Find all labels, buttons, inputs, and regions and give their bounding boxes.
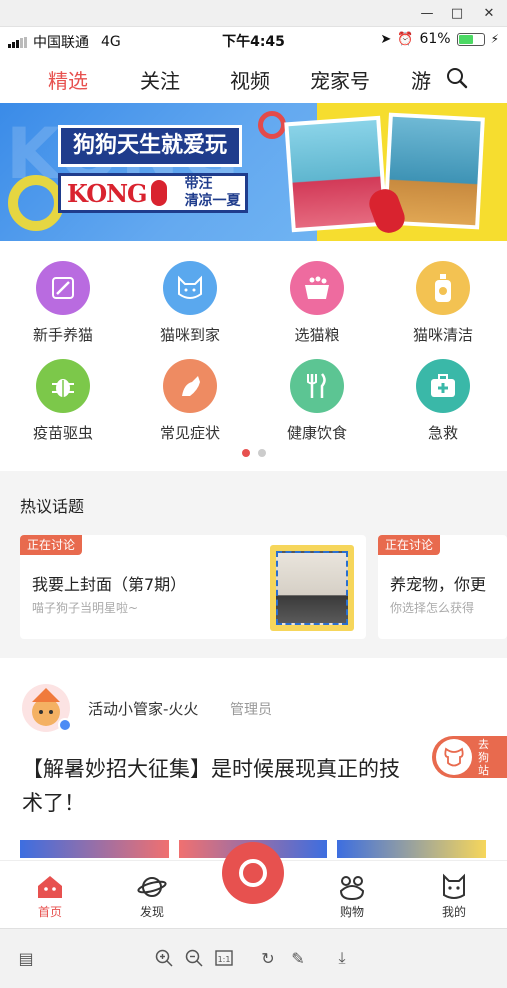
banner-slogan-1: 带汪 [184, 176, 213, 192]
maximize-icon[interactable]: □ [446, 4, 468, 22]
category-label: 健康饮食 [286, 424, 347, 442]
category-symptoms[interactable]: 常见症状 [145, 359, 235, 443]
close-icon[interactable]: ✕ [478, 4, 500, 22]
topic-thumbnail [270, 545, 354, 631]
minimize-icon[interactable]: — [416, 4, 438, 22]
tabbar-mine[interactable]: 我的 [424, 871, 484, 920]
bug-icon [36, 359, 90, 413]
category-label: 猫咪到家 [159, 326, 220, 344]
verified-badge-icon [58, 718, 72, 732]
camera-icon [239, 859, 267, 887]
cat-cone-icon [163, 359, 217, 413]
edit-icon[interactable]: ✎ [286, 946, 310, 970]
author-name[interactable]: 活动小管家-火火 [88, 698, 198, 719]
banner-ring-decoration [8, 175, 64, 231]
status-bar: 中国联通 4G 下午4:45 ➤ ⏰ 61% ⚡ [0, 27, 507, 53]
cat-face-icon [163, 261, 217, 315]
category-grid: 新手养猫 猫咪到家 选猫粮 猫咪清洁 疫苗驱虫 常见症状 健康饮食 急救 [0, 241, 507, 471]
planet-icon [122, 871, 182, 903]
viewer-toolbar: ▤ 1:1 ↻ ✎ ⤓ [0, 928, 507, 988]
tabbar-label: 我的 [441, 905, 466, 919]
float-label: 去狗站 [478, 737, 489, 777]
tab-featured[interactable]: 精选 [48, 65, 88, 94]
kong-toy-icon [150, 180, 167, 206]
first-aid-icon [416, 359, 470, 413]
category-label: 选猫粮 [294, 326, 340, 344]
paw-bag-icon [322, 871, 382, 903]
location-icon: ➤ [380, 31, 392, 47]
post-image[interactable] [20, 840, 169, 858]
dog-profile-icon [424, 871, 484, 903]
pager-dots[interactable] [0, 449, 507, 457]
topic-subtitle: 你选择怎么获得 [390, 601, 475, 615]
svg-text:1:1: 1:1 [218, 955, 231, 964]
category-label: 常见症状 [159, 424, 220, 442]
pager-dot[interactable] [257, 449, 266, 457]
section-title: 热议话题 [20, 497, 85, 516]
tabbar-label: 购物 [339, 905, 364, 919]
status-badge: 正在讨论 [378, 535, 441, 555]
banner-slogan-2: 清凉一夏 [184, 193, 241, 209]
cutlery-icon [290, 359, 344, 413]
author-role: 管理员 [230, 702, 272, 718]
category-label: 新手养猫 [32, 326, 93, 344]
tabbar-discover[interactable]: 发现 [122, 871, 182, 920]
tab-pet-account[interactable]: 宠家号 [310, 65, 370, 94]
battery-percent: 61% [419, 31, 451, 47]
pager-dot-active[interactable] [241, 449, 250, 457]
tabbar-label: 首页 [37, 905, 62, 919]
category-cat-food[interactable]: 选猫粮 [272, 261, 362, 345]
topic-card[interactable]: 正在讨论 养宠物，你更 你选择怎么获得 [378, 535, 507, 639]
tab-video[interactable]: 视频 [230, 65, 270, 94]
category-label: 猫咪清洁 [412, 326, 473, 344]
category-cat-home[interactable]: 猫咪到家 [145, 261, 235, 345]
category-new-cat[interactable]: 新手养猫 [18, 261, 108, 345]
banner-headline: 狗狗天生就爱玩 [58, 125, 243, 167]
actual-size-icon[interactable]: 1:1 [212, 946, 236, 970]
pencil-icon [36, 261, 90, 315]
battery-icon [456, 32, 485, 46]
shampoo-icon [416, 261, 470, 315]
kong-logo: KONG [67, 178, 148, 208]
category-label: 急救 [427, 424, 458, 442]
zoom-in-icon[interactable] [152, 946, 176, 970]
tab-following[interactable]: 关注 [140, 65, 180, 94]
tabbar-label: 发现 [139, 905, 164, 919]
rotate-icon[interactable]: ↻ [256, 946, 280, 970]
zoom-out-icon[interactable] [182, 946, 206, 970]
go-dog-station-button[interactable]: 去狗站 [432, 736, 507, 778]
tabbar-shop[interactable]: 购物 [322, 871, 382, 920]
kong-logo-box: KONG 带汪 清凉一夏 [58, 173, 248, 213]
tabbar-home[interactable]: 首页 [20, 871, 80, 920]
category-vaccine[interactable]: 疫苗驱虫 [18, 359, 108, 443]
hot-topics-section: 热议话题 正在讨论 我要上封面（第7期） 喵子狗子当明星啦~ 正在讨论 养宠物，… [0, 483, 507, 658]
feed-post[interactable]: 活动小管家-火火 管理员 【解暑妙招大征集】是时候展现真正的技术了！ [0, 658, 507, 858]
top-nav: 精选 关注 视频 宠家号 游 [0, 53, 507, 103]
topic-subtitle: 喵子狗子当明星啦~ [32, 601, 139, 615]
category-first-aid[interactable]: 急救 [398, 359, 488, 443]
category-diet[interactable]: 健康饮食 [272, 359, 362, 443]
dog-face-icon [436, 739, 472, 775]
category-label: 疫苗驱虫 [32, 424, 93, 442]
post-title[interactable]: 【解暑妙招大征集】是时候展现真正的技术了！ [22, 752, 412, 820]
home-icon [20, 871, 80, 903]
topic-title: 养宠物，你更 [390, 575, 487, 594]
alarm-icon: ⏰ [397, 31, 414, 47]
thumbnail-icon[interactable]: ▤ [14, 946, 38, 970]
camera-button[interactable] [222, 842, 284, 904]
section-divider [0, 471, 507, 483]
window-title-bar: — □ ✕ [0, 0, 507, 27]
category-cat-clean[interactable]: 猫咪清洁 [398, 261, 488, 345]
post-image[interactable] [337, 840, 487, 858]
promo-banner[interactable]: KONG 狗狗天生就爱玩 KONG 带汪清凉一夏 [0, 103, 507, 241]
banner-ring-decoration-2 [258, 111, 286, 139]
charging-icon: ⚡ [490, 32, 499, 46]
topic-card[interactable]: 正在讨论 我要上封面（第7期） 喵子狗子当明星啦~ [20, 535, 366, 639]
tab-travel[interactable]: 游 [411, 65, 431, 94]
download-icon[interactable]: ⤓ [330, 946, 354, 970]
search-icon[interactable] [446, 67, 468, 89]
status-badge: 正在讨论 [20, 535, 83, 555]
topic-title: 我要上封面（第7期） [32, 575, 187, 594]
cat-food-icon [290, 261, 344, 315]
